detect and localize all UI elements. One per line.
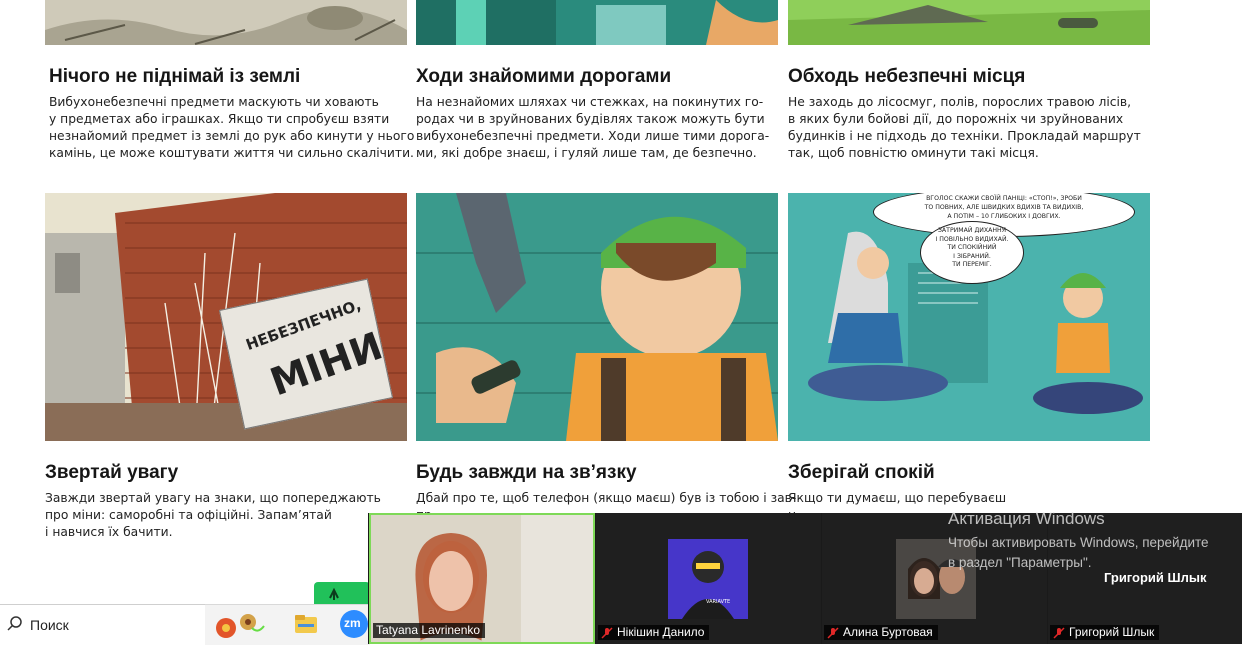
- mic-muted-icon: [827, 626, 839, 639]
- bubble-text: ЗАТРИМАЙ ДИХАННЯ: [937, 227, 1007, 234]
- card-image-5: [416, 193, 778, 441]
- text-line: про міни: саморобні та офіційні. Запам’я…: [45, 508, 332, 522]
- zoom-share-tab[interactable]: [314, 582, 370, 604]
- text-line: Вибухонебезпечні предмети маскують чи хо…: [49, 95, 379, 109]
- text-line: і навчися їх бачити.: [45, 525, 173, 539]
- city-illustration: [416, 0, 778, 45]
- field-illustration: [788, 0, 1150, 45]
- flowers-icon: [216, 614, 265, 638]
- card-image-1: [45, 0, 407, 45]
- video-tile-1[interactable]: Tatyana Lavrinenko: [369, 513, 595, 644]
- arrow-up-icon: [329, 587, 339, 600]
- card-title-4: Звертай увагу: [45, 462, 179, 483]
- bubble-text: ТИ ПЕРЕМІГ.: [952, 261, 992, 269]
- activation-title: Активация Windows: [948, 509, 1105, 528]
- text-line: камінь, це може коштувати життя чи сильн…: [49, 146, 414, 160]
- taskbar-search[interactable]: Поиск: [0, 604, 205, 645]
- card-image-4: НЕБЕЗПЕЧНО, МІНИ: [45, 193, 407, 441]
- text-line: в яких були бойові дії, до порожніх чи з…: [788, 112, 1124, 126]
- card-text-4: Завжди звертай увагу на знаки, що попере…: [45, 490, 381, 541]
- card-image-6: ВГОЛОС СКАЖИ СВОЇЙ ПАНІЦІ: «СТОП!», ЗРОБ…: [788, 193, 1150, 441]
- text-line: ми, які добре знаєш, і гуляй лише там, д…: [416, 146, 757, 160]
- card-title-5: Будь завжди на зв’язку: [416, 462, 637, 483]
- card-image-3: [788, 0, 1150, 45]
- text-line: Завжди звертай увагу на знаки, що попере…: [45, 491, 381, 505]
- avatar-text: VARIAVTE: [706, 599, 731, 605]
- card-text-3: Не заходь до лісосмуг, полів, порослих т…: [788, 94, 1141, 162]
- participant-name-3: Алина Буртовая: [824, 625, 938, 640]
- text-line: незнайомий предмет із землі до рук або к…: [49, 129, 415, 143]
- text-line: Дбай про те, щоб телефон (якщо маєш) був…: [416, 491, 797, 505]
- participant-avatar: VARIAVTE: [668, 539, 748, 619]
- text-line: Не заходь до лісосмуг, полів, порослих т…: [788, 95, 1132, 109]
- activation-line-1: Чтобы активировать Windows, перейдите: [948, 535, 1209, 550]
- bubble-text: ТИ СПОКІЙНИЙ: [947, 244, 997, 252]
- card-title-3: Обходь небезпечні місця: [788, 66, 1026, 87]
- card-title-1: Нічого не піднімай із землі: [49, 66, 301, 87]
- text-line: у предметах або іграшках. Якщо ти спробу…: [49, 112, 390, 126]
- participant-name-2: Нікішин Данило: [598, 625, 710, 640]
- text-line: вибухонебезпечні предмети. Ходи лише тим…: [416, 129, 770, 143]
- participant-name-4: Григорий Шлык: [1050, 625, 1160, 640]
- zoom-app-label: zm: [344, 616, 361, 630]
- bubble-text: І ЗІБРАНИЙ.: [953, 252, 991, 260]
- text-line: родах чи в зруйнованих будівлях також мо…: [416, 112, 765, 126]
- card-text-2: На незнайомих шляхах чи стежках, на поки…: [416, 94, 769, 162]
- card-title-6: Зберігай спокій: [788, 462, 935, 483]
- bubble-text: І ПОВІЛЬНО ВИДИХАЙ.: [935, 235, 1009, 243]
- video-tile-2[interactable]: VARIAVTE Нікішин Данило: [596, 513, 821, 644]
- text-line: Якщо ти думаєш, що перебуваєш: [788, 491, 1007, 505]
- zoom-app-icon[interactable]: zm: [340, 610, 368, 638]
- boy-phone-illustration: [416, 193, 778, 441]
- bubble-text: ВГОЛОС СКАЖИ СВОЇЙ ПАНІЦІ: «СТОП!», ЗРОБ…: [926, 195, 1082, 202]
- text-line: будинків і не підходь до техніки. Прокла…: [788, 129, 1141, 143]
- windows-activation-watermark: Активация Windows Чтобы активировать Win…: [948, 509, 1209, 573]
- mic-muted-icon: [1053, 626, 1065, 639]
- bubble-text: ТО ПОВНИХ, АЛЕ ШВИДКИХ ВДИХІВ ТА ВИДИХІВ…: [924, 204, 1084, 211]
- activation-line-2: в раздел "Параметры".: [948, 555, 1092, 570]
- search-label: Поиск: [30, 617, 69, 633]
- mic-muted-icon: [601, 626, 613, 639]
- card-title-2: Ходи знайомими дорогами: [416, 66, 672, 87]
- text-line: так, щоб повністю оминути такі місця.: [788, 146, 1039, 160]
- card-text-1: Вибухонебезпечні предмети маскують чи хо…: [49, 94, 414, 162]
- file-explorer-icon[interactable]: [292, 610, 320, 638]
- bubble-text: А ПОТІМ – 10 ГЛИБОКИХ І ДОВГИХ.: [947, 213, 1061, 220]
- ground-illustration: [45, 0, 407, 45]
- text-line: На незнайомих шляхах чи стежках, на поки…: [416, 95, 764, 109]
- participant-name-1: Tatyana Lavrinenko: [373, 623, 486, 638]
- search-icon: [7, 616, 22, 631]
- card-image-2: [416, 0, 778, 45]
- speech-bubble-2: ЗАТРИМАЙ ДИХАННЯ І ПОВІЛЬНО ВИДИХАЙ. ТИ …: [920, 221, 1024, 284]
